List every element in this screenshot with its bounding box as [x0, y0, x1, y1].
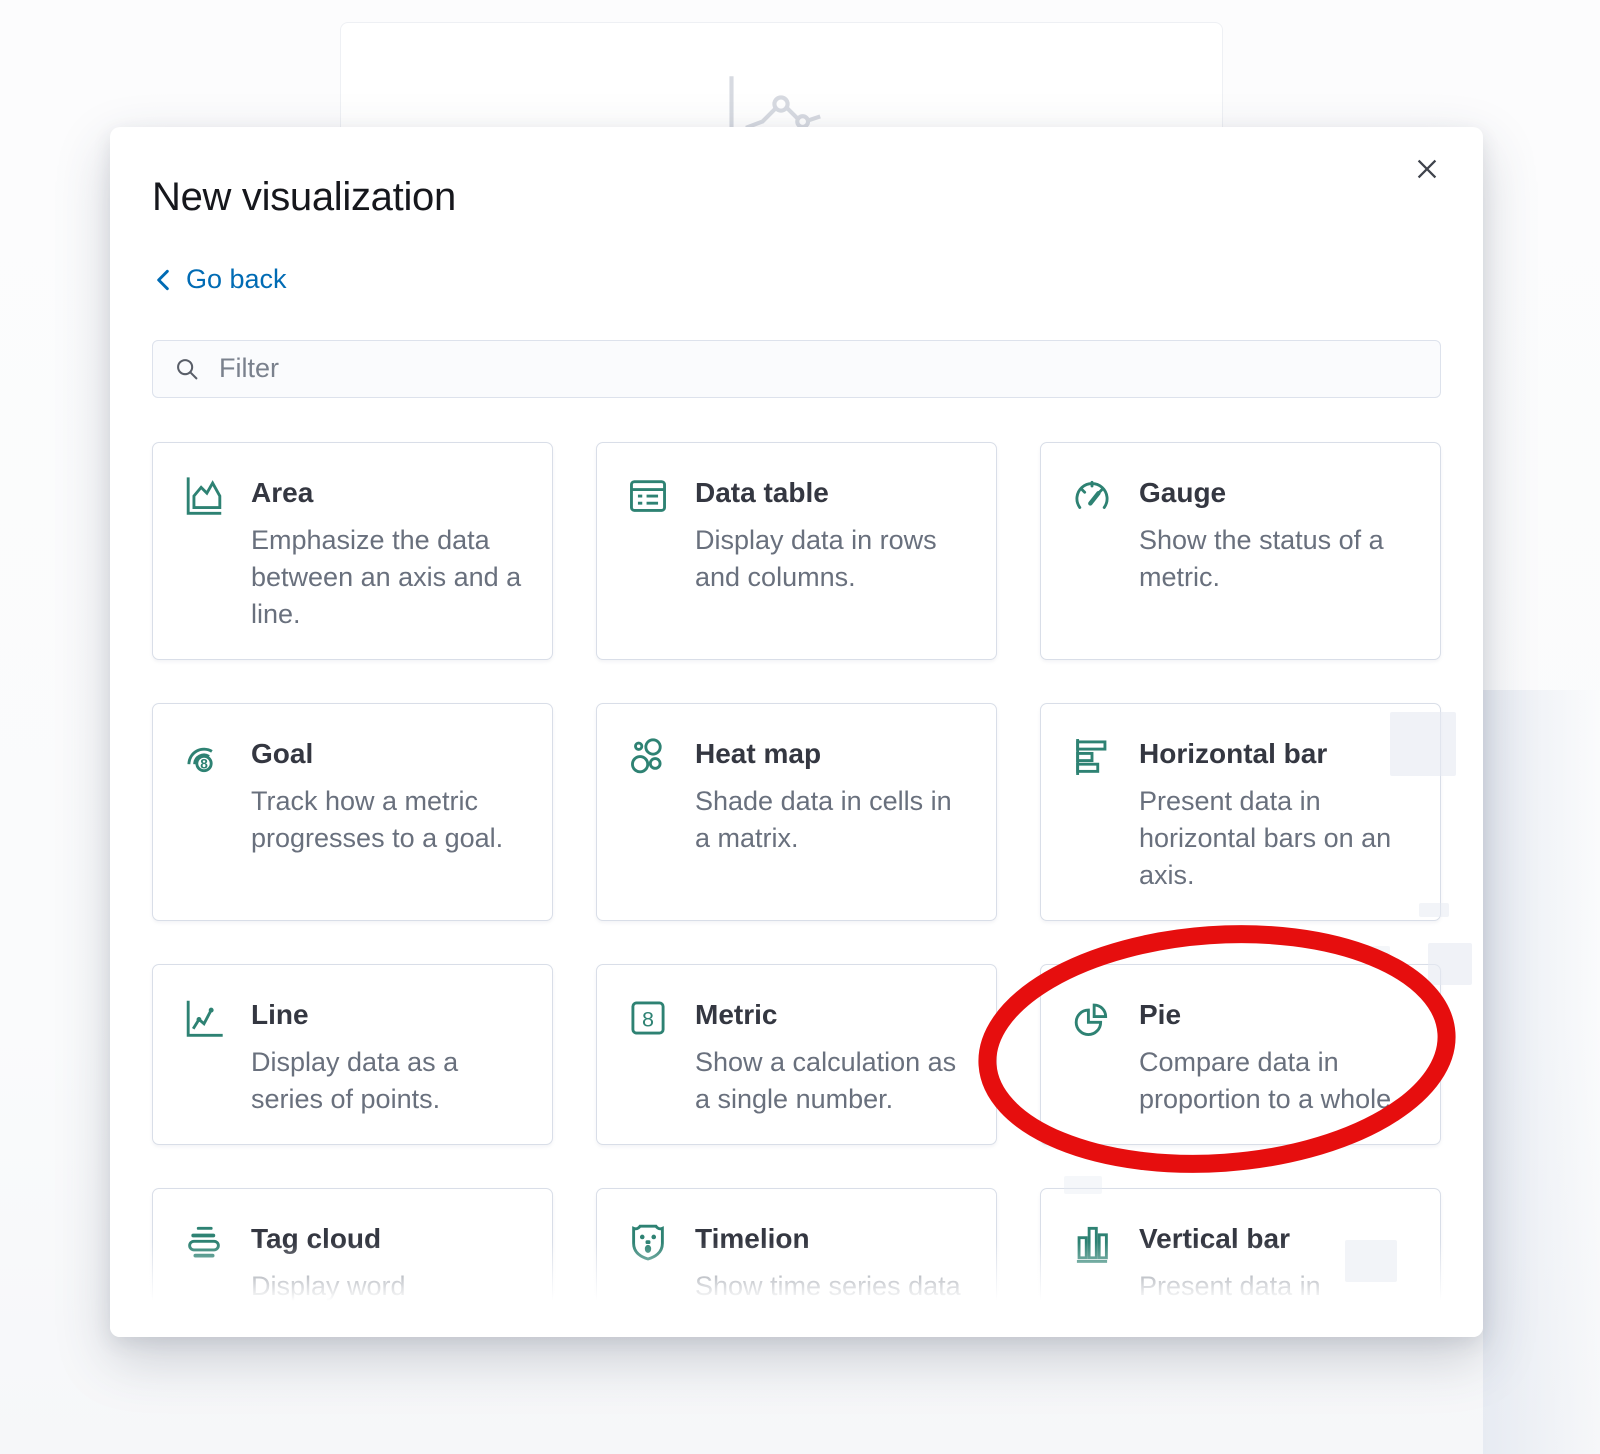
- go-back-label: Go back: [186, 264, 287, 295]
- card-title: Goal: [251, 732, 524, 770]
- card-description: Present data in horizontal bars on an ax…: [1139, 783, 1412, 894]
- card-description: Show the status of a metric.: [1139, 522, 1412, 596]
- new-visualization-modal: New visualization Go back: [110, 127, 1483, 1337]
- modal-title: New visualization: [152, 175, 1441, 220]
- chevron-left-icon: [152, 267, 174, 293]
- background-band: [1483, 690, 1600, 1454]
- vis-card-timelion[interactable]: Timelion Show time series data on a grap…: [596, 1188, 997, 1338]
- card-body: Line Display data as a series of points.: [251, 993, 524, 1118]
- card-description: Display word frequency with font size: [251, 1268, 524, 1338]
- card-body: Goal Track how a metric progresses to a …: [251, 732, 524, 857]
- watermark-square: [1369, 946, 1390, 964]
- vis-card-horizontal-bar[interactable]: Horizontal bar Present data in horizonta…: [1040, 703, 1441, 921]
- card-description: Display data in rows and columns.: [695, 522, 968, 596]
- timelion-icon: [625, 1219, 671, 1265]
- card-title: Timelion: [695, 1217, 968, 1255]
- card-body: Tag cloud Display word frequency with fo…: [251, 1217, 524, 1338]
- card-title: Heat map: [695, 732, 968, 770]
- watermark-square: [1345, 1240, 1397, 1282]
- vis-card-area[interactable]: Area Emphasize the data between an axis …: [152, 442, 553, 660]
- close-icon[interactable]: [1407, 149, 1447, 189]
- card-description: Show a calculation as a single number.: [695, 1044, 968, 1118]
- vis-card-goal[interactable]: 8 Goal Track how a metric progresses to …: [152, 703, 553, 921]
- svg-text:8: 8: [642, 1006, 654, 1031]
- vis-type-grid: Area Emphasize the data between an axis …: [152, 442, 1441, 1338]
- horizontal-bar-icon: [1069, 734, 1115, 780]
- card-title: Tag cloud: [251, 1217, 524, 1255]
- card-body: Data table Display data in rows and colu…: [695, 471, 968, 596]
- vis-card-pie[interactable]: Pie Compare data in proportion to a whol…: [1040, 964, 1441, 1145]
- go-back-link[interactable]: Go back: [152, 264, 287, 295]
- vis-card-line[interactable]: Line Display data as a series of points.: [152, 964, 553, 1145]
- filter-input[interactable]: [152, 340, 1441, 398]
- card-description: Show time series data on a graph: [695, 1268, 968, 1338]
- card-title: Horizontal bar: [1139, 732, 1412, 770]
- vis-card-heat-map[interactable]: Heat map Shade data in cells in a matrix…: [596, 703, 997, 921]
- card-body: Pie Compare data in proportion to a whol…: [1139, 993, 1412, 1118]
- vertical-bar-icon: [1069, 1219, 1115, 1265]
- line-icon: [181, 995, 227, 1041]
- card-title: Area: [251, 471, 524, 509]
- watermark-square: [1390, 712, 1456, 776]
- pie-icon: [1069, 995, 1115, 1041]
- card-title: Line: [251, 993, 524, 1031]
- card-body: Horizontal bar Present data in horizonta…: [1139, 732, 1412, 894]
- svg-text:8: 8: [200, 756, 208, 771]
- watermark-square: [1064, 1176, 1102, 1194]
- watermark-square: [1419, 903, 1449, 917]
- card-title: Data table: [695, 471, 968, 509]
- card-title: Pie: [1139, 993, 1412, 1031]
- card-title: Metric: [695, 993, 968, 1031]
- gauge-icon: [1069, 473, 1115, 519]
- watermark-square: [1428, 943, 1472, 985]
- tag-cloud-icon: [181, 1219, 227, 1265]
- card-description: Display data as a series of points.: [251, 1044, 524, 1118]
- card-description: Emphasize the data between an axis and a…: [251, 522, 524, 633]
- card-body: Timelion Show time series data on a grap…: [695, 1217, 968, 1338]
- card-description: Track how a metric progresses to a goal.: [251, 783, 524, 857]
- card-body: Metric Show a calculation as a single nu…: [695, 993, 968, 1118]
- data-table-icon: [625, 473, 671, 519]
- vis-card-metric[interactable]: 8 Metric Show a calculation as a single …: [596, 964, 997, 1145]
- page-background: New visualization Go back: [0, 0, 1600, 1454]
- vis-card-gauge[interactable]: Gauge Show the status of a metric.: [1040, 442, 1441, 660]
- card-body: Area Emphasize the data between an axis …: [251, 471, 524, 633]
- vis-card-tag-cloud[interactable]: Tag cloud Display word frequency with fo…: [152, 1188, 553, 1338]
- card-title: Gauge: [1139, 471, 1412, 509]
- vis-card-data-table[interactable]: Data table Display data in rows and colu…: [596, 442, 997, 660]
- filter-bar: [152, 340, 1441, 398]
- goal-icon: 8: [181, 734, 227, 780]
- area-icon: [181, 473, 227, 519]
- metric-icon: 8: [625, 995, 671, 1041]
- card-body: Gauge Show the status of a metric.: [1139, 471, 1412, 596]
- card-description: Compare data in proportion to a whole.: [1139, 1044, 1412, 1118]
- card-description: Shade data in cells in a matrix.: [695, 783, 968, 857]
- card-body: Heat map Shade data in cells in a matrix…: [695, 732, 968, 857]
- heat-map-icon: [625, 734, 671, 780]
